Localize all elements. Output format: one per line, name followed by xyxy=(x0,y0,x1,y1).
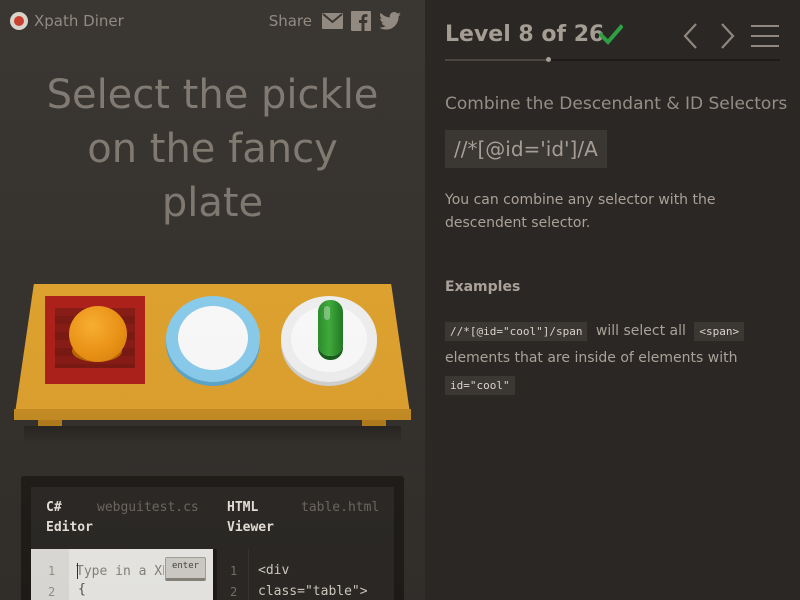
pickle[interactable] xyxy=(318,300,343,356)
example-code: //*[@id="cool"]/span xyxy=(445,322,588,341)
progress-marker xyxy=(546,57,552,62)
menu-icon[interactable] xyxy=(751,24,779,48)
instruction-line: on the fancy xyxy=(87,126,338,172)
editor-title-line: C# xyxy=(46,500,62,515)
facebook-icon[interactable] xyxy=(351,11,371,31)
examples-heading: Examples xyxy=(445,279,521,295)
brand-name: Xpath Diner xyxy=(34,12,124,30)
game-panel: Xpath Diner Share Select the pickle on t… xyxy=(0,0,425,600)
selector-input[interactable] xyxy=(76,561,164,581)
line-number: 2 xyxy=(48,585,56,599)
orange[interactable] xyxy=(69,306,127,362)
lesson-title: Combine the Descendant & ID Selectors xyxy=(445,94,788,114)
line-number: 2 xyxy=(230,585,238,599)
share-label: Share xyxy=(268,12,312,30)
instruction-line: Select the pickle xyxy=(46,72,379,118)
csharp-editor-title: C# Editor xyxy=(46,498,93,538)
editor-title-line: Editor xyxy=(46,520,93,535)
viewer-title-line: HTML xyxy=(227,500,259,515)
example-text: will select all xyxy=(595,323,686,339)
html-code-line[interactable]: class="table"> xyxy=(258,582,368,600)
example-tag: <span> xyxy=(694,322,745,341)
html-viewer-title: HTML Viewer xyxy=(227,498,274,538)
text-caret xyxy=(77,563,78,579)
code-line: { xyxy=(78,582,86,597)
previous-level-icon[interactable] xyxy=(681,22,701,50)
line-number: 1 xyxy=(230,564,238,578)
brand[interactable]: Xpath Diner xyxy=(10,12,124,30)
progress-fill xyxy=(445,59,549,61)
plate-center xyxy=(178,306,248,370)
selector-syntax: //*[@id='id']/A xyxy=(445,130,607,168)
diner-logo-icon xyxy=(10,12,28,30)
next-level-icon[interactable] xyxy=(717,22,737,50)
checkmark-icon xyxy=(599,24,623,45)
instruction-line: plate xyxy=(161,180,264,226)
level-progress-bar xyxy=(445,57,780,62)
csharp-filename: webguitest.cs xyxy=(97,500,199,515)
viewer-title-line: Viewer xyxy=(227,520,274,535)
enter-button[interactable]: enter xyxy=(165,557,206,581)
line-number: 1 xyxy=(48,564,56,578)
table-shadow xyxy=(24,426,401,444)
example-text: elements that are inside of elements wit… xyxy=(445,350,738,366)
table-edge xyxy=(14,409,411,420)
example: //*[@id="cool"]/span will select all <sp… xyxy=(445,318,775,399)
twitter-icon[interactable] xyxy=(379,12,401,30)
lesson-description: You can combine any selector with the de… xyxy=(445,192,716,231)
instructions-panel: Level 8 of 26 Combine the Descendant & I… xyxy=(425,0,800,600)
example-attribute: id="cool" xyxy=(445,376,515,395)
html-filename: table.html xyxy=(301,500,380,515)
html-code-line[interactable]: <div xyxy=(258,561,289,581)
mail-icon[interactable] xyxy=(322,13,343,29)
level-instruction: Select the pickle on the fancy plate xyxy=(10,68,415,230)
level-indicator[interactable]: Level 8 of 26 xyxy=(445,22,604,47)
share-bar: Share xyxy=(269,11,401,31)
